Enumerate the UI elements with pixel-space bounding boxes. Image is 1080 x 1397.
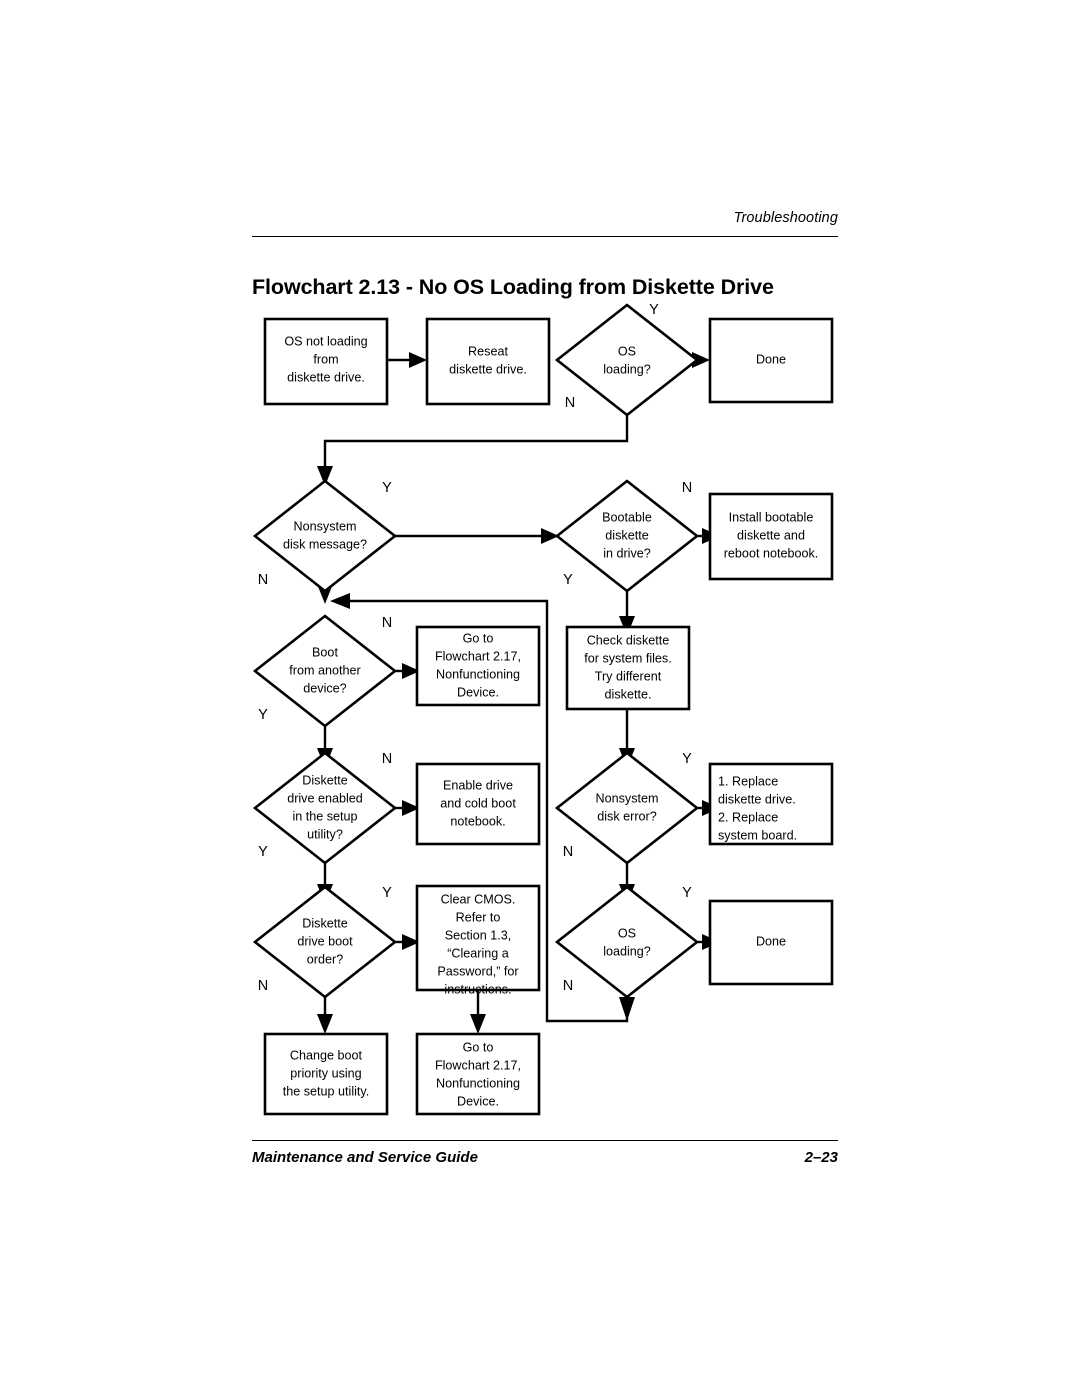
branch-label-osloading1-no: N	[565, 395, 575, 411]
node-install-bootable-line-3: reboot notebook.	[724, 546, 819, 560]
node-bootable-line-3: in drive?	[603, 546, 651, 560]
node-change-priority-line-2: priority using	[290, 1066, 361, 1080]
node-boot-order-line-2: drive boot	[297, 934, 353, 948]
arrowhead-bootorder-no	[317, 1014, 333, 1034]
node-goto-217b-line-1: Go to	[463, 1040, 494, 1054]
node-goto-217a-line-1: Go to	[463, 631, 494, 645]
node-drive-enabled-line-4: utility?	[307, 827, 343, 841]
node-clear-cmos-line-5: Password,” for	[437, 964, 518, 978]
node-install-bootable-line-1: Install bootable	[729, 510, 814, 524]
node-enable-drive-line-3: notebook.	[450, 814, 505, 828]
branch-label-bootorder-no: N	[258, 978, 268, 994]
node-goto-217a-line-3: Nonfunctioning	[436, 667, 520, 681]
node-nonsystem-err-line-2: disk error?	[597, 809, 657, 823]
node-os-not-loading-line-3: diskette drive.	[287, 370, 365, 384]
node-bootable-line-1: Bootable	[602, 510, 652, 524]
node-nonsystem-disk-message-decision	[252, 479, 398, 593]
node-drive-enabled-line-2: drive enabled	[287, 791, 363, 805]
node-nonsystem-err-line-1: Nonsystem	[596, 791, 659, 805]
node-os-loading-1-line-2: loading?	[603, 362, 651, 376]
edge-osloading1-no-to-nonsystemmsg	[323, 415, 629, 466]
node-drive-enabled-line-3: in the setup	[292, 809, 357, 823]
node-boot-another-line-3: device?	[303, 681, 346, 695]
branch-label-bootorder-yes: Y	[382, 885, 392, 901]
node-replace-line-2: diskette drive.	[718, 792, 796, 806]
node-reseat-line-2: diskette drive.	[449, 362, 527, 376]
node-goto-217b-line-4: Device.	[457, 1094, 499, 1108]
header-divider	[252, 236, 838, 238]
node-done-1-label: Done	[756, 352, 786, 366]
node-drive-enabled-in-setup-decision	[252, 751, 398, 865]
node-goto-217b-line-2: Flowchart 2.17,	[435, 1058, 521, 1072]
node-os-not-loading-line-1: OS not loading	[284, 334, 367, 348]
node-os-loading-decision-1	[554, 303, 700, 417]
node-goto-217a-line-2: Flowchart 2.17,	[435, 649, 521, 663]
document-page: Troubleshooting Flowchart 2.13 - No OS L…	[0, 0, 1080, 1397]
node-nonsystem-msg-line-2: disk message?	[283, 537, 367, 551]
node-check-diskette-line-4: diskette.	[605, 687, 652, 701]
node-clear-cmos-line-6: instructions.	[444, 982, 511, 996]
footer-guide-name: Maintenance and Service Guide	[252, 1149, 478, 1166]
node-check-diskette-line-3: Try different	[595, 669, 662, 683]
branch-label-bootable-no: N	[682, 480, 692, 496]
branch-label-bootanother-no: N	[382, 615, 392, 631]
node-replace-line-4: system board.	[718, 828, 797, 842]
node-done-2-label: Done	[756, 934, 786, 948]
node-boot-order-line-1: Diskette	[302, 916, 348, 930]
node-boot-order-line-3: order?	[307, 952, 343, 966]
node-replace-line-1: 1. Replace	[718, 774, 778, 788]
node-replace-line-3: 2. Replace	[718, 810, 778, 824]
node-nonsystem-msg-line-1: Nonsystem	[294, 519, 357, 533]
branch-label-nonsystemerr-no: N	[563, 844, 573, 860]
node-enable-drive-line-1: Enable drive	[443, 778, 513, 792]
node-os-loading-1-line-1: OS	[618, 344, 636, 358]
node-check-diskette-line-1: Check diskette	[587, 633, 670, 647]
node-goto-217a-line-4: Device.	[457, 685, 499, 699]
branch-label-osloading1-yes: Y	[649, 302, 659, 318]
arrowhead-start-to-reseat	[409, 352, 427, 368]
branch-label-driveenabled-no: N	[382, 751, 392, 767]
node-reseat-line-1: Reseat	[468, 344, 508, 358]
branch-label-nonsystemerr-yes: Y	[682, 751, 692, 767]
node-os-loading-2-line-2: loading?	[603, 944, 651, 958]
page-footer: Maintenance and Service Guide 2–23	[252, 1140, 838, 1180]
arrowhead-feedback-into-bootanother	[330, 593, 350, 609]
branch-label-osloading2-no: N	[563, 978, 573, 994]
node-bootable-line-2: diskette	[605, 528, 648, 542]
node-change-priority-line-3: the setup utility.	[283, 1084, 370, 1098]
node-clear-cmos-line-1: Clear CMOS.	[441, 892, 516, 906]
branch-label-osloading2-yes: Y	[682, 885, 692, 901]
branch-label-nonsystemmsg-yes: Y	[382, 480, 392, 496]
branch-label-nonsystemmsg-no: N	[258, 572, 268, 588]
running-head-text: Troubleshooting	[733, 210, 838, 226]
node-enable-drive-line-2: and cold boot	[440, 796, 516, 810]
node-nonsystem-disk-error-decision	[554, 751, 700, 865]
node-clear-cmos-line-2: Refer to	[456, 910, 501, 924]
node-change-priority-line-1: Change boot	[290, 1048, 363, 1062]
branch-label-bootanother-yes: Y	[258, 707, 268, 723]
arrowhead-clearcmos-to-goto217b	[470, 1014, 486, 1034]
node-os-loading-2-line-1: OS	[618, 926, 636, 940]
branch-label-bootable-yes: Y	[563, 572, 573, 588]
node-boot-another-line-1: Boot	[312, 645, 338, 659]
arrowhead-osloading2-no-down	[619, 997, 635, 1021]
node-os-not-loading-line-2: from	[313, 352, 338, 366]
node-drive-enabled-line-1: Diskette	[302, 773, 348, 787]
flowchart-diagram: OS not loading from diskette drive. Rese…	[250, 296, 850, 1126]
running-header: Troubleshooting	[252, 210, 838, 244]
node-boot-another-line-2: from another	[289, 663, 360, 677]
node-clear-cmos-line-3: Section 1.3,	[445, 928, 512, 942]
node-check-diskette-line-2: for system files.	[584, 651, 671, 665]
footer-page-number: 2–23	[804, 1149, 838, 1166]
node-install-bootable-line-2: diskette and	[737, 528, 805, 542]
node-goto-217b-line-3: Nonfunctioning	[436, 1076, 520, 1090]
footer-divider	[252, 1140, 838, 1142]
node-os-loading-decision-2	[554, 885, 700, 999]
branch-label-driveenabled-yes: Y	[258, 844, 268, 860]
node-clear-cmos-line-4: “Clearing a	[447, 946, 509, 960]
